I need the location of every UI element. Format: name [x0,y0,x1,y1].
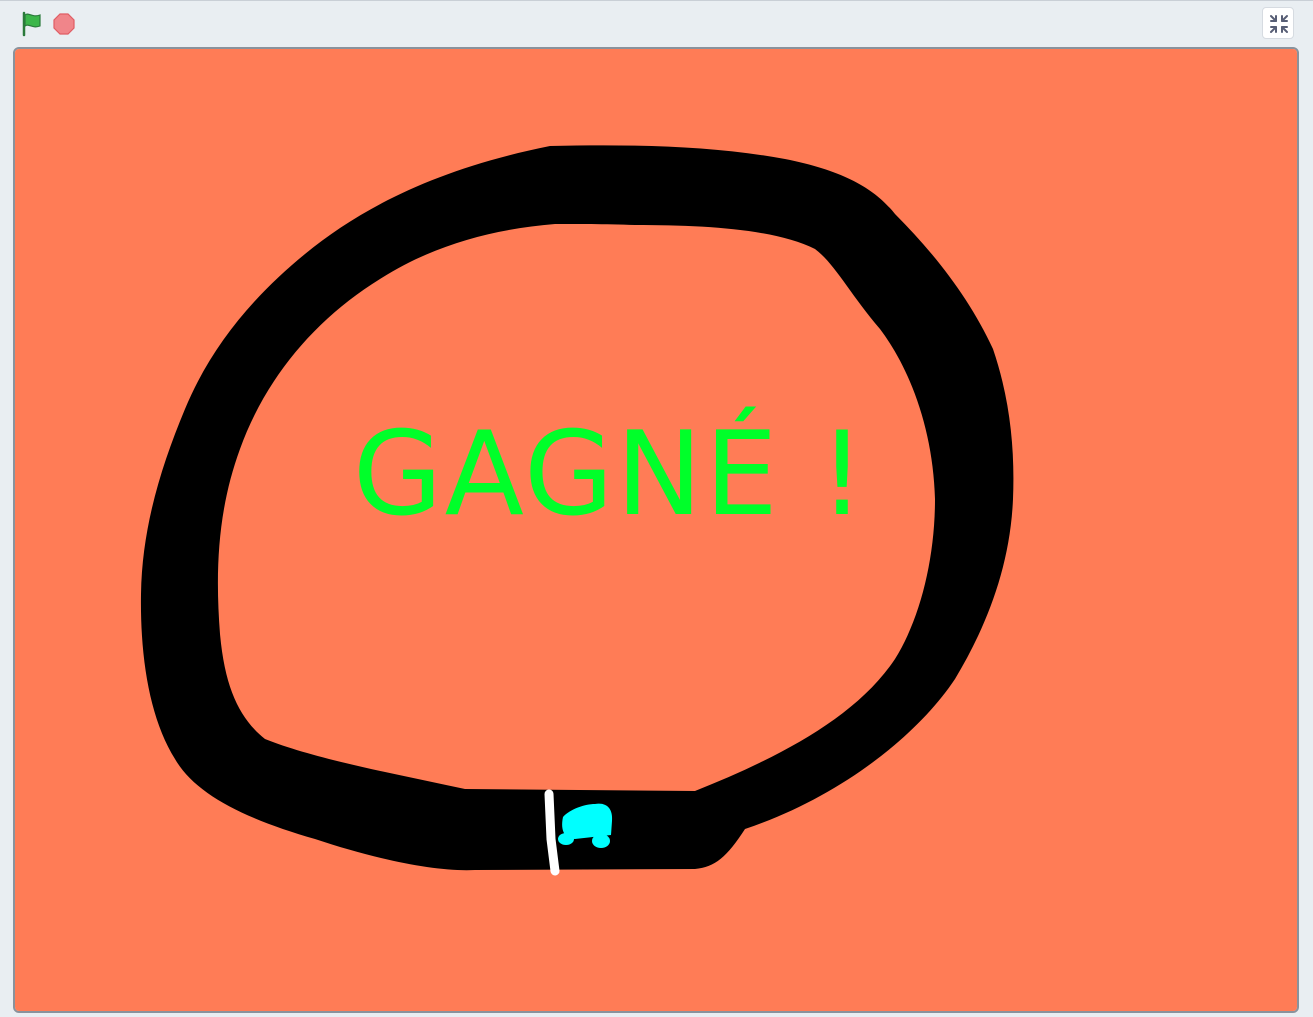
green-flag-icon[interactable] [18,10,46,38]
exit-fullscreen-icon [1270,15,1288,33]
exit-fullscreen-button[interactable] [1262,7,1294,39]
stage-canvas[interactable]: GAGNÉ ! [13,47,1299,1013]
stage-header [0,0,1313,45]
win-message: GAGNÉ ! [352,407,868,542]
stop-sign-icon[interactable] [50,10,78,38]
